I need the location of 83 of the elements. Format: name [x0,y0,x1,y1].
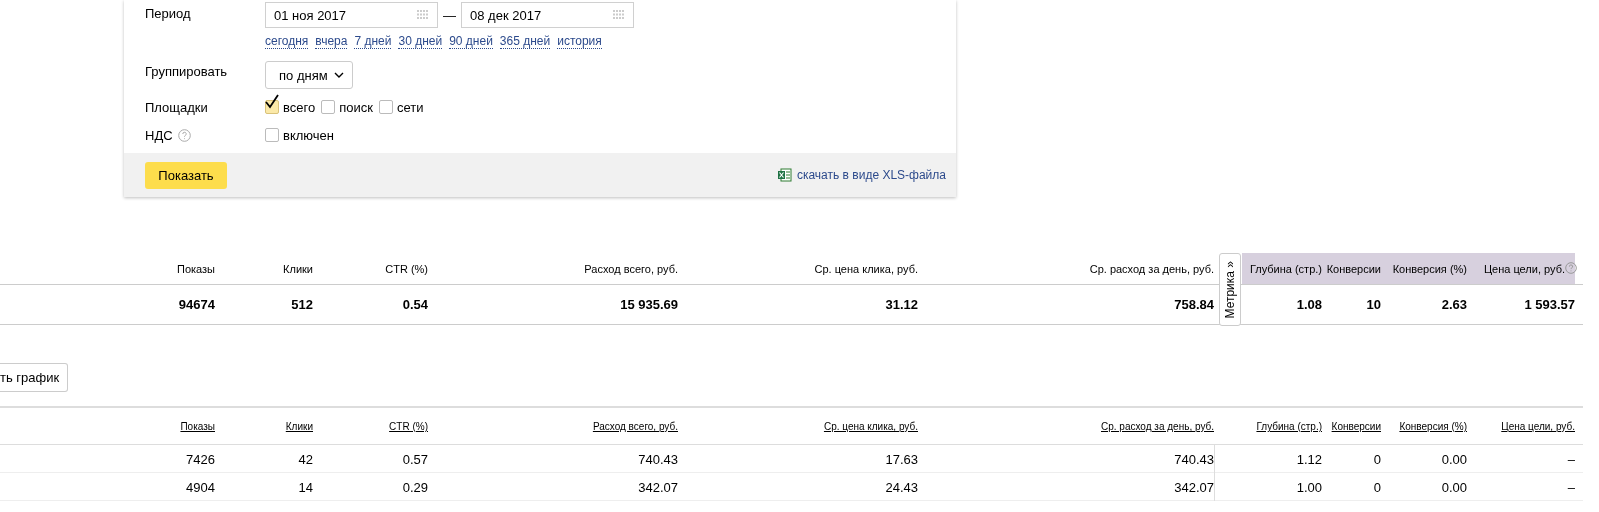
sort-link[interactable]: CTR (%) [389,421,428,432]
table-cell-text: 0 [1372,479,1381,495]
checkbox[interactable] [265,128,279,142]
total-cell-text: 512 [290,297,313,312]
total-cell-text: 15 935.69 [619,297,678,312]
total-cell-text: 2.63 [1440,297,1467,312]
sort-link[interactable]: Ср. цена клика, руб. [823,421,918,432]
table-cell-text: 24.43 [884,479,918,495]
column-header: Клики [282,262,313,275]
table-cell-text: 42 [297,451,313,467]
period-link[interactable]: 90 дней [449,34,493,49]
column-header: Расход всего, руб. [583,262,678,275]
column-header: Конверсия (%) [1381,253,1467,284]
period-link[interactable]: 365 дней [499,34,551,49]
checkbox-label: включен [283,127,334,143]
table-cell-text: 740.43 [1173,451,1214,467]
show-button[interactable]: Показать [145,161,227,189]
table-cell-text: 0.29 [401,479,428,495]
total-cell-text: 94674 [177,297,215,312]
column-header: Показы [175,262,215,275]
table-cell-text: 342.07 [1173,479,1214,495]
period-link[interactable]: история [557,34,602,49]
period-link[interactable]: 7 дней [354,34,392,49]
chart-button[interactable]: ть график [0,363,68,392]
table-cell-text: 4904 [185,479,215,495]
sort-link[interactable]: Расход всего, руб. [592,421,678,432]
table-cell-text: 0.57 [401,451,428,467]
chevron-icon [333,71,344,79]
table-cell-text: – [1566,479,1575,495]
table-cell-text: 1.00 [1295,479,1322,495]
column-header: Цена цели, руб. [1467,253,1575,284]
calendar-icon [613,10,625,20]
sort-link[interactable]: Глубина (стр.) [1256,421,1322,432]
column-header: CTR (%) [384,262,428,275]
table-cell-text: 7426 [185,451,215,467]
grouping-dropdown[interactable]: по дням [265,61,353,89]
field-label: Группировать [145,63,229,79]
calendar-icon [417,10,429,20]
field-label: НДС [145,127,173,143]
date-field[interactable]: 08 дек 2017 [461,2,634,28]
checkmark-icon [264,93,280,110]
table-cell-text: 342.07 [637,479,678,495]
column-header: Ср. цена клика, руб. [813,262,918,275]
help-icon[interactable] [1565,262,1577,274]
sort-link[interactable]: Показы [180,421,215,432]
field-label: Период [145,5,192,23]
field-label: Площадки [145,99,209,115]
checkbox-label: сети [396,99,424,115]
total-cell-text: 10 [1365,297,1381,312]
period-link[interactable]: 30 дней [398,34,443,49]
table-cell-text: 1.12 [1295,451,1322,467]
help-icon[interactable] [177,128,191,142]
column-header: Ср. расход за день, руб. [1088,262,1214,275]
total-cell-text: 1 593.57 [1523,297,1575,312]
period-link[interactable]: вчера [315,34,348,49]
total-cell-text: 0.54 [401,297,428,312]
total-cell-text: 31.12 [884,297,918,312]
table-cell-text: 0.00 [1440,479,1467,495]
download-link[interactable]: скачать в виде XLS-файла [796,168,946,182]
table-cell-text: 0.00 [1440,451,1467,467]
range-dash: — [443,7,456,23]
sort-link[interactable]: Конверсии [1331,421,1381,432]
checkbox[interactable] [378,100,393,114]
total-cell-text: 758.84 [1173,297,1214,312]
sort-link[interactable]: Цена цели, руб. [1501,421,1575,432]
table-cell-text: 740.43 [637,451,678,467]
column-header: Конверсии [1322,253,1381,284]
period-link[interactable]: сегодня [265,34,309,49]
spreadsheet-icon [777,168,792,182]
checkbox[interactable] [321,100,336,114]
checkbox-label: всего [283,99,316,115]
column-header: Глубина (стр.) [1242,253,1322,284]
sort-link[interactable]: Конверсия (%) [1399,421,1467,432]
total-cell-text: 1.08 [1295,297,1322,312]
checkbox-label: поиск [339,99,373,115]
date-field[interactable]: 01 ноя 2017 [265,2,438,28]
table-cell-text: 0 [1372,451,1381,467]
metrika-tab[interactable]: Метрика » [1219,253,1241,326]
sort-link[interactable]: Ср. расход за день, руб. [1101,421,1214,432]
table-cell-text: 17.63 [884,451,918,467]
table-cell-text: 14 [297,479,313,495]
sort-link[interactable]: Клики [285,421,313,432]
table-cell-text: – [1566,451,1575,467]
